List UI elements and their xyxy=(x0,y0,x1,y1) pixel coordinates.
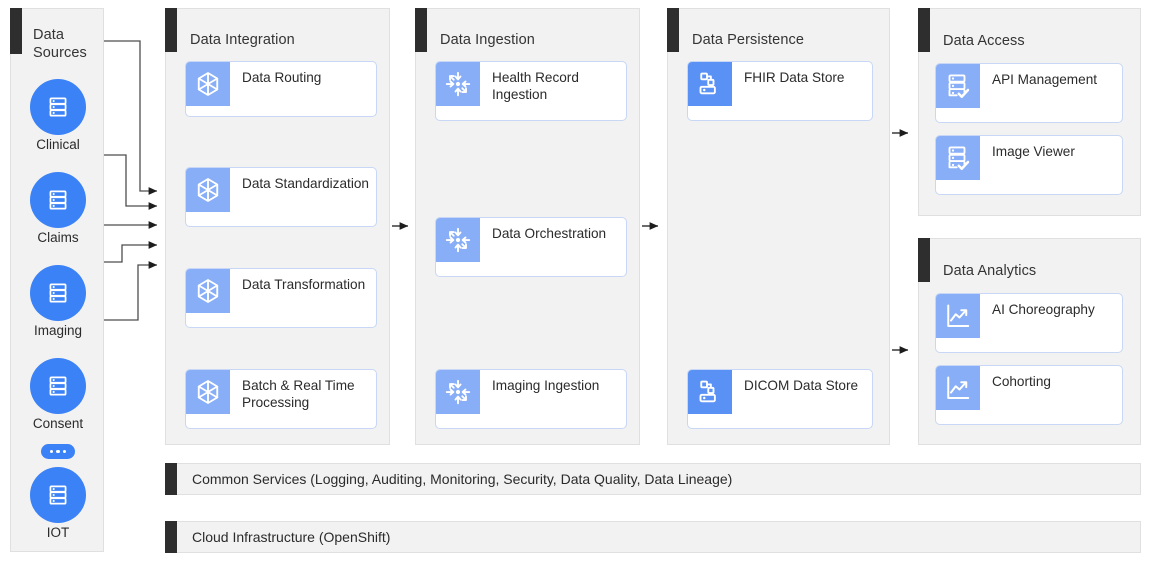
hexagon-spokes-icon xyxy=(186,370,230,414)
card-label: Image Viewer xyxy=(992,144,1075,159)
card-label: DICOM Data Store xyxy=(744,378,859,393)
card-label: Data Routing xyxy=(242,70,322,85)
card-label: Batch & Real Time Processing xyxy=(242,378,355,411)
card-data-standardization[interactable]: Data Standardization xyxy=(185,167,377,227)
panel-data-integration: Data Integration Data Routing Data Stand… xyxy=(165,8,390,445)
panel-title-data-ingestion: Data Ingestion xyxy=(440,32,535,48)
card-ai-choreography[interactable]: AI Choreography xyxy=(935,293,1123,353)
server-rack-icon xyxy=(30,265,86,321)
panel-title-data-access: Data Access xyxy=(943,33,1025,49)
hexagon-spokes-icon xyxy=(186,269,230,313)
source-item-clinical[interactable]: Clinical xyxy=(11,79,105,153)
panel-data-analytics: Data Analytics AI Choreography Cohorting xyxy=(918,238,1141,445)
panel-accent-tab xyxy=(10,8,22,54)
source-to-integration-connectors xyxy=(104,40,158,321)
source-label: Consent xyxy=(32,416,84,431)
panel-data-persistence: Data Persistence FHIR Data Store DICOM D… xyxy=(667,8,890,445)
node-topology-icon xyxy=(688,370,732,414)
bar-common-services: Common Services (Logging, Auditing, Moni… xyxy=(165,463,1141,495)
card-label: Data Transformation xyxy=(242,277,366,292)
panel-accent-tab xyxy=(165,521,177,553)
card-label: Health Record Ingestion xyxy=(492,70,579,103)
panel-accent-tab xyxy=(165,463,177,495)
server-check-icon xyxy=(936,64,980,108)
bar-label: Cloud Infrastructure (OpenShift) xyxy=(192,529,391,545)
panel-accent-tab xyxy=(667,8,679,52)
architecture-diagram: Data Sources Clinical Claims Imaging Con… xyxy=(0,0,1152,562)
card-label: FHIR Data Store xyxy=(744,70,845,85)
source-label: Imaging xyxy=(33,323,83,338)
panel-title-data-integration: Data Integration xyxy=(190,32,295,48)
node-topology-icon xyxy=(688,62,732,106)
hexagon-spokes-icon xyxy=(186,168,230,212)
panel-data-sources: Data Sources Clinical Claims Imaging Con… xyxy=(10,8,104,552)
card-data-transformation[interactable]: Data Transformation xyxy=(185,268,377,328)
more-sources-ellipsis-icon[interactable] xyxy=(41,444,75,459)
source-item-imaging[interactable]: Imaging xyxy=(11,265,105,339)
panel-title-data-persistence: Data Persistence xyxy=(692,32,805,48)
converge-arrows-icon xyxy=(436,218,480,262)
card-label: Imaging Ingestion xyxy=(492,378,600,393)
panel-title-data-analytics: Data Analytics xyxy=(943,263,1037,279)
server-rack-icon xyxy=(30,467,86,523)
bar-label: Common Services (Logging, Auditing, Moni… xyxy=(192,471,733,487)
server-rack-icon xyxy=(30,358,86,414)
card-image-viewer[interactable]: Image Viewer xyxy=(935,135,1123,195)
source-item-claims[interactable]: Claims xyxy=(11,172,105,246)
card-api-management[interactable]: API Management xyxy=(935,63,1123,123)
bar-cloud-infrastructure: Cloud Infrastructure (OpenShift) xyxy=(165,521,1141,553)
trend-chart-icon xyxy=(936,366,980,410)
source-label: IOT xyxy=(46,525,70,540)
card-label: Data Orchestration xyxy=(492,226,607,241)
source-label: Claims xyxy=(37,230,79,245)
converge-arrows-icon xyxy=(436,370,480,414)
card-label: Cohorting xyxy=(992,374,1051,389)
card-fhir-data-store[interactable]: FHIR Data Store xyxy=(687,61,873,121)
server-check-icon xyxy=(936,136,980,180)
card-batch-real-time-processing[interactable]: Batch & Real Time Processing xyxy=(185,369,377,429)
converge-arrows-icon xyxy=(436,62,480,106)
server-rack-icon xyxy=(30,79,86,135)
panel-accent-tab xyxy=(918,8,930,52)
source-item-consent[interactable]: Consent xyxy=(11,358,105,432)
panel-data-access: Data Access API Management Image Viewer xyxy=(918,8,1141,216)
panel-accent-tab xyxy=(918,238,930,282)
source-label: Clinical xyxy=(36,137,80,152)
card-label: Data Standardization xyxy=(242,176,369,191)
source-item-iot[interactable]: IOT xyxy=(11,467,105,541)
server-rack-icon xyxy=(30,172,86,228)
trend-chart-icon xyxy=(936,294,980,338)
card-imaging-ingestion[interactable]: Imaging Ingestion xyxy=(435,369,627,429)
card-data-orchestration[interactable]: Data Orchestration xyxy=(435,217,627,277)
panel-title-data-sources: Data Sources xyxy=(33,27,87,61)
card-cohorting[interactable]: Cohorting xyxy=(935,365,1123,425)
card-dicom-data-store[interactable]: DICOM Data Store xyxy=(687,369,873,429)
card-label: API Management xyxy=(992,72,1098,87)
card-health-record-ingestion[interactable]: Health Record Ingestion xyxy=(435,61,627,121)
card-label: AI Choreography xyxy=(992,302,1095,317)
panel-accent-tab xyxy=(165,8,177,52)
panel-data-ingestion: Data Ingestion Health Record Ingestion D… xyxy=(415,8,640,445)
hexagon-spokes-icon xyxy=(186,62,230,106)
card-data-routing[interactable]: Data Routing xyxy=(185,61,377,117)
panel-accent-tab xyxy=(415,8,427,52)
